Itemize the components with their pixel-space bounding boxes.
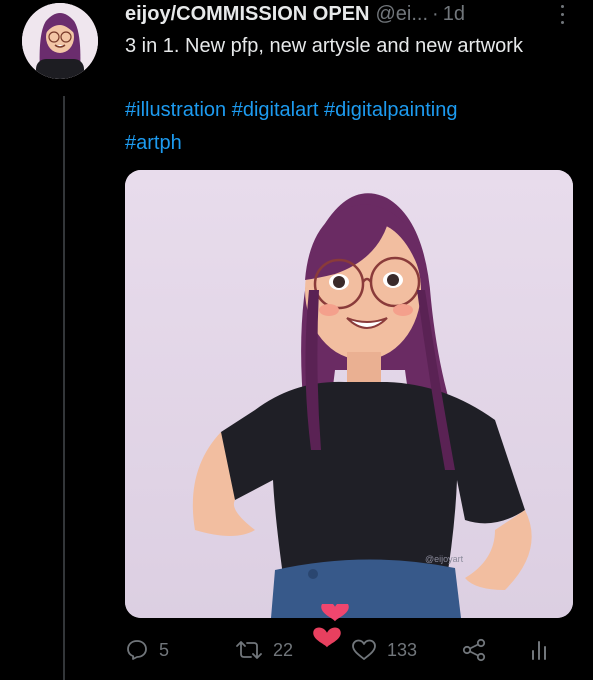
tweet-header: eijoy/COMMISSION OPEN @ei... · 1d: [125, 0, 580, 28]
like-count: 133: [387, 639, 418, 660]
retweet-button[interactable]: 22: [235, 630, 293, 670]
tweet-actions: 5 22 133: [125, 630, 580, 670]
hashtag-link[interactable]: #digitalpainting: [324, 99, 457, 121]
display-name[interactable]: eijoy/COMMISSION OPEN: [125, 3, 369, 26]
avatar-illustration: [22, 3, 98, 79]
tweet-media-image[interactable]: @eijoyart: [125, 170, 573, 618]
reply-count: 5: [159, 639, 170, 660]
reply-icon: [127, 640, 147, 660]
separator-dot: ·: [432, 2, 439, 25]
analytics-icon: [532, 641, 546, 660]
analytics-button[interactable]: [527, 630, 551, 670]
avatar[interactable]: [22, 3, 98, 79]
share-icon: [462, 638, 486, 662]
hashtag-link[interactable]: #illustration: [125, 99, 226, 121]
like-button[interactable]: 133: [351, 630, 417, 670]
share-button[interactable]: [461, 630, 487, 670]
retweet-count: 22: [273, 639, 294, 660]
tweet-text: 3 in 1. New pfp, new artysle and new art…: [125, 35, 523, 57]
retweet-icon: [236, 641, 262, 659]
thread-line: [63, 96, 65, 680]
hashtag-link[interactable]: #digitalart: [232, 99, 319, 121]
watermark-text: @eijoyart: [425, 554, 464, 564]
like-icon: [352, 639, 376, 660]
hashtag-link[interactable]: #artph: [125, 132, 182, 154]
user-handle[interactable]: @ei...: [375, 3, 428, 26]
timestamp[interactable]: 1d: [443, 3, 465, 26]
illustration-artwork: @eijoyart: [125, 170, 573, 618]
hashtags: #illustration #digitalart #digitalpainti…: [125, 94, 575, 160]
more-icon[interactable]: [556, 2, 568, 26]
reply-button[interactable]: 5: [125, 630, 169, 670]
